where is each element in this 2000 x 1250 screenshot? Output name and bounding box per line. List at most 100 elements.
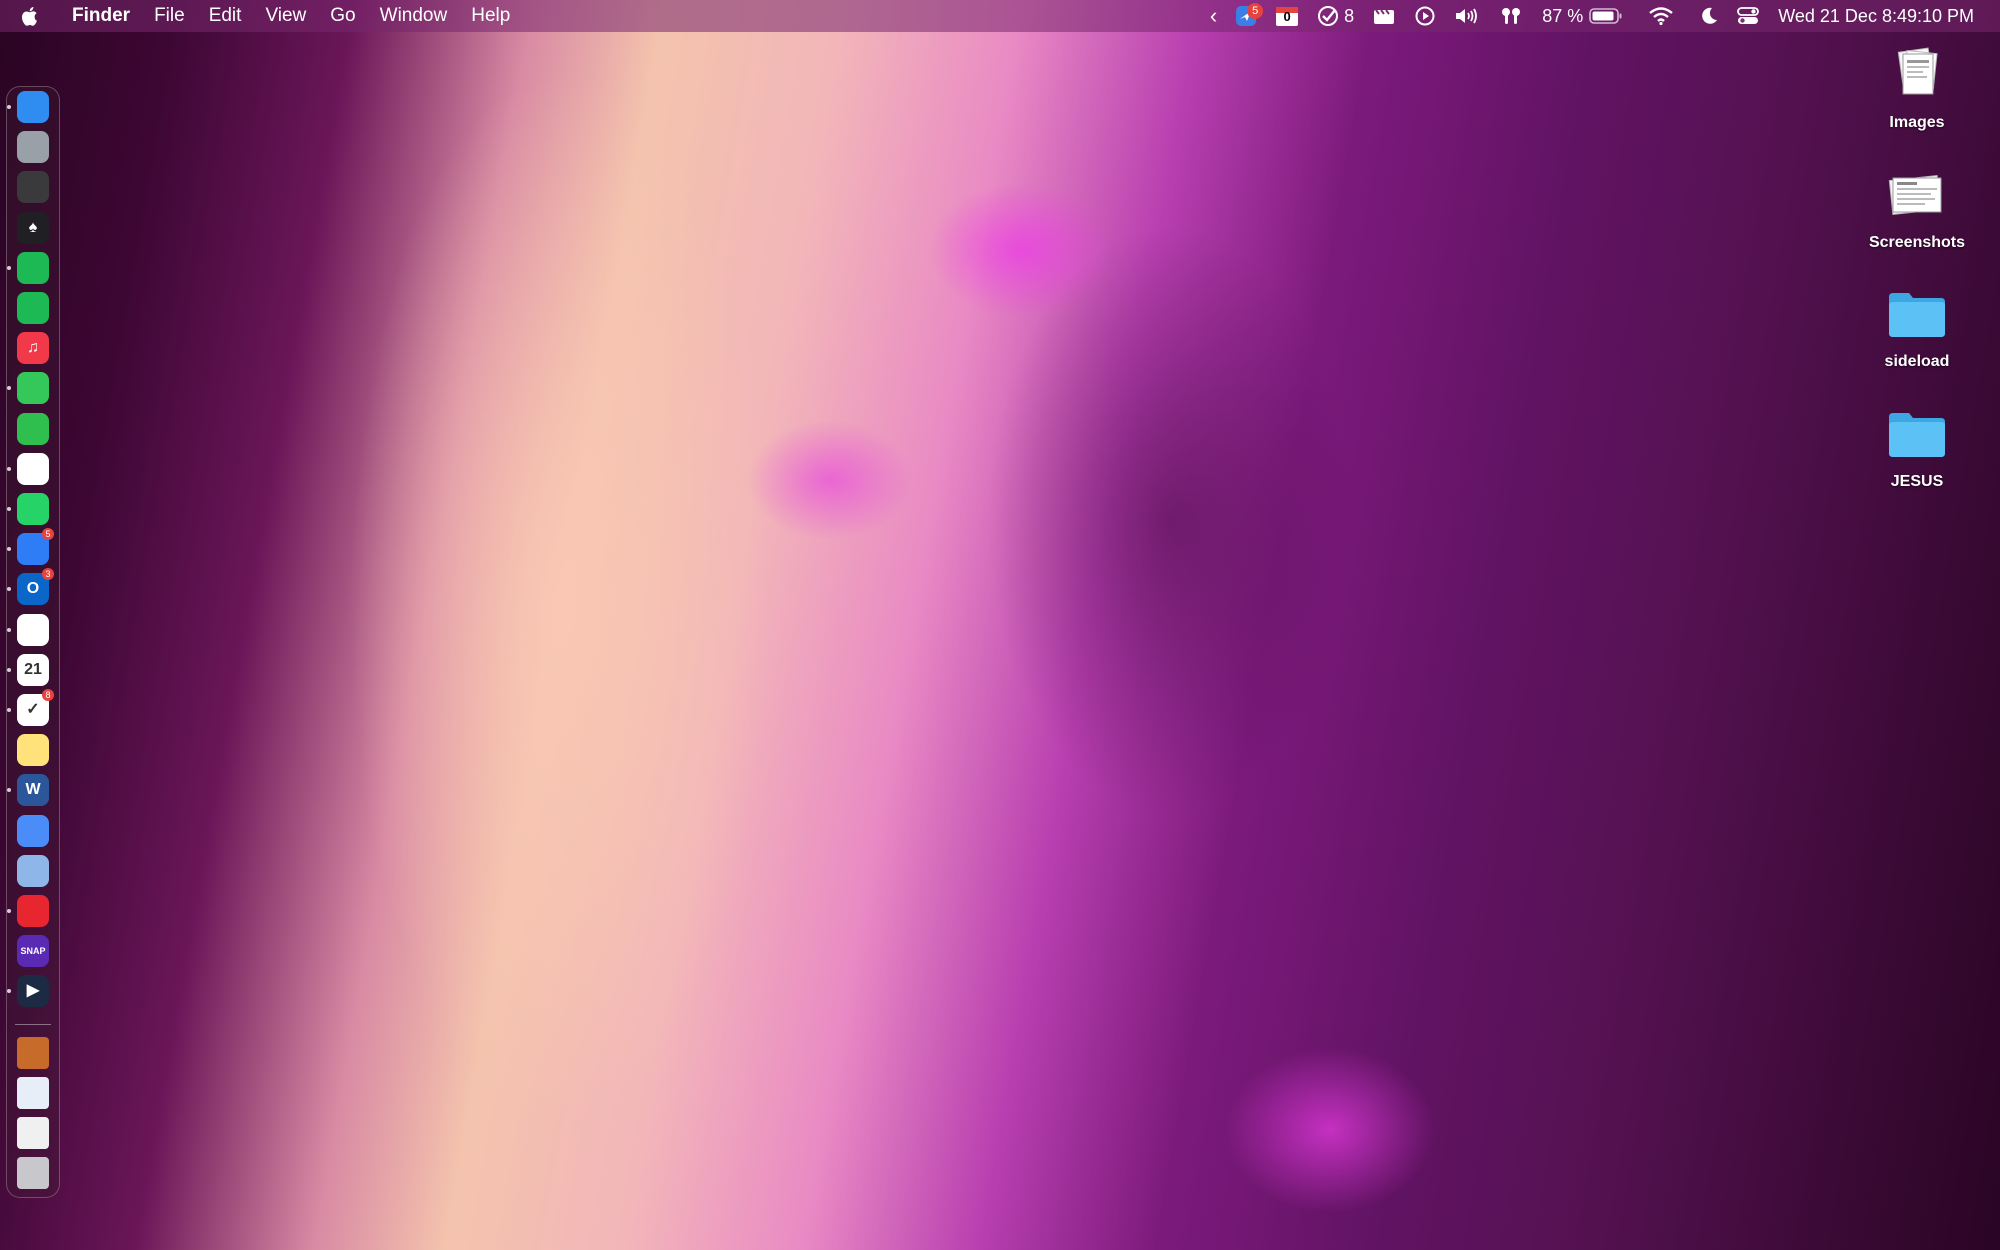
running-indicator (7, 909, 11, 913)
desktop-icon-label: Screenshots (1868, 234, 1966, 251)
desktop-icon-images[interactable]: Images (1857, 44, 1977, 132)
document-stack-icon (1885, 164, 1949, 228)
desktop-icon-label: sideload (1884, 353, 1950, 370)
folder-icon (1885, 403, 1949, 467)
launchpad-icon (17, 131, 49, 163)
document-stack-icon (1885, 44, 1949, 108)
battery-percent: 87 % (1542, 5, 1584, 26)
spark-status-item[interactable]: 5 (1235, 0, 1264, 32)
dock-item-keynote[interactable] (17, 814, 49, 847)
menubar-collapse-chevron[interactable]: ‹ (1210, 0, 1217, 32)
dock-item-music[interactable]: ♫ (17, 332, 49, 365)
finder-icon (17, 91, 49, 123)
menu-go[interactable]: Go (318, 0, 367, 32)
dock-item-calendar[interactable]: 21 (7, 653, 49, 686)
dock-item-spades[interactable]: ♠ (17, 211, 49, 244)
dock-item-marvel-snap[interactable]: SNAP (17, 935, 49, 968)
dock-item-outlook[interactable]: O3 (7, 568, 54, 606)
tasks-status-item[interactable]: 8 (1317, 0, 1354, 32)
document-stack-icon (17, 1077, 49, 1109)
word-icon: W (25, 781, 41, 799)
dock-item-spotify[interactable] (17, 292, 49, 324)
dock-divider (15, 1024, 51, 1025)
dock-item-spotify[interactable] (7, 251, 49, 284)
pdf-reader-icon (17, 895, 49, 927)
desktop-icon-screenshots[interactable]: Screenshots (1857, 164, 1977, 252)
keynote-icon (17, 815, 49, 847)
running-indicator (7, 265, 11, 270)
running-indicator (7, 788, 11, 793)
dock-item-screenshot[interactable] (17, 171, 49, 204)
wifi-status-item[interactable] (1648, 0, 1674, 32)
chevron-left-icon: ‹ (1209, 3, 1218, 28)
menu-help[interactable]: Help (459, 0, 522, 32)
dock-item-launchpad[interactable] (17, 131, 49, 164)
spotify-icon (17, 292, 49, 324)
folder-icon (1885, 283, 1949, 347)
dock-badge: 3 (42, 568, 54, 581)
focus-status-item[interactable] (1699, 0, 1719, 32)
clapper-status-item[interactable] (1372, 0, 1396, 32)
moon-icon (1702, 7, 1718, 24)
running-indicator (7, 466, 11, 471)
dock-item-messenger[interactable] (7, 452, 49, 485)
running-indicator (7, 386, 11, 391)
dock-item-tasks[interactable]: ✓ 8 (7, 689, 54, 726)
dock-item-pdf-reader[interactable] (7, 895, 49, 927)
now-playing-status-item[interactable] (1414, 0, 1436, 32)
dock-item-notes[interactable] (17, 734, 49, 767)
dock-item-infuse[interactable]: ▶ (7, 975, 49, 1008)
fantastical-status-item[interactable]: 0 (1275, 0, 1299, 32)
menu-view[interactable]: View (253, 0, 318, 32)
app-menu-finder[interactable]: Finder (60, 0, 142, 32)
wifi-icon (1649, 7, 1673, 26)
running-indicator (7, 587, 11, 592)
dock-stack-images[interactable] (17, 1037, 49, 1069)
checkmark-circle-icon (1318, 6, 1339, 26)
dock-item-whatsapp[interactable] (7, 493, 49, 525)
running-indicator (7, 667, 11, 672)
menu-window[interactable]: Window (368, 0, 460, 32)
music-icon: ♫ (27, 339, 39, 357)
facetime-icon (17, 413, 49, 445)
whatsapp-icon (17, 493, 49, 525)
dock-item-spark[interactable]: 5 (7, 528, 54, 566)
screenshot-stack-icon (17, 1117, 49, 1149)
menu-bar: Finder File Edit View Go Window Help ‹ 5… (0, 0, 2000, 32)
battery-status-item[interactable]: 87 % (1542, 0, 1623, 32)
dock-item-facetime[interactable] (17, 412, 49, 445)
dock-stack-document[interactable] (17, 1077, 49, 1109)
volume-status-item[interactable] (1454, 0, 1480, 32)
menu-edit[interactable]: Edit (197, 0, 254, 32)
dock-item-messages[interactable] (7, 372, 49, 405)
dock-stack-trash[interactable] (17, 1157, 49, 1189)
control-center-status-item[interactable] (1737, 0, 1760, 32)
spark-badge: 5 (1247, 3, 1264, 19)
dock-item-finder[interactable] (7, 91, 49, 123)
image-stack-icon (17, 1037, 49, 1069)
screenshot-icon (17, 171, 49, 203)
dock-item-word[interactable]: W (7, 774, 49, 807)
play-app-icon: ▶ (26, 982, 40, 1000)
dock-stack-screenshots[interactable] (17, 1117, 49, 1149)
desktop-icon-label: Images (1889, 114, 1945, 131)
fantastical-count: 0 (1283, 9, 1291, 24)
clapperboard-icon (1374, 9, 1395, 24)
running-indicator (7, 627, 11, 632)
menu-file[interactable]: File (142, 0, 197, 32)
dock-item-linear[interactable] (17, 854, 49, 887)
desktop-icon-sideload[interactable]: sideload (1857, 283, 1977, 371)
calendar-icon: 21 (24, 660, 42, 678)
play-circle-icon (1415, 6, 1435, 26)
chrome-icon (17, 614, 49, 646)
airpods-icon (1502, 8, 1521, 24)
dock-item-chrome[interactable] (7, 613, 49, 646)
notes-icon (17, 734, 49, 766)
menubar-clock[interactable]: Wed 21 Dec 8:49:10 PM (1778, 6, 1974, 27)
apple-menu-icon[interactable] (0, 0, 60, 32)
airpods-status-item[interactable] (1498, 0, 1524, 32)
battery-icon (1589, 8, 1622, 24)
dock: ♠ ♫ 5 O 3 21 ✓ 8 W SNAP ▶ (6, 86, 60, 1198)
desktop-icon-jesus[interactable]: JESUS (1857, 403, 1977, 491)
running-indicator (7, 547, 11, 552)
